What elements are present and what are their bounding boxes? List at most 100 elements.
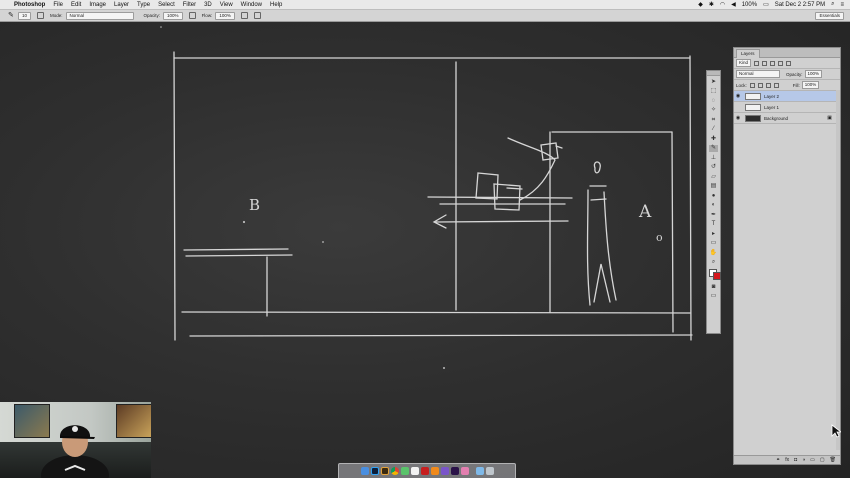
search-icon[interactable]: ⌕ — [831, 1, 834, 8]
filter-shape-icon[interactable] — [778, 60, 784, 66]
dropbox-icon[interactable]: ◆ — [698, 1, 703, 8]
powerpoint-icon[interactable] — [440, 467, 449, 475]
battery-icon[interactable]: ▭ — [763, 1, 769, 8]
layer-row-background[interactable]: ◉ Background ▣ — [734, 113, 840, 124]
eyedropper-tool-icon[interactable]: ⁄ — [709, 126, 718, 133]
visibility-eye-icon[interactable]: ◉ — [734, 93, 742, 99]
filter-type-icon[interactable] — [770, 60, 776, 66]
menu-file[interactable]: File — [53, 2, 63, 8]
app-menu[interactable]: Photoshop — [14, 2, 45, 8]
opacity-field[interactable]: 100% — [163, 11, 183, 20]
quick-select-tool-icon[interactable]: ✧ — [709, 107, 718, 114]
fill-field[interactable]: 100% — [801, 81, 820, 89]
quick-mask-icon[interactable]: ◙ — [709, 284, 718, 291]
lock-all-icon[interactable] — [773, 82, 779, 88]
zoom-tool-icon[interactable]: ⌕ — [709, 259, 718, 266]
crop-tool-icon[interactable]: ⌗ — [709, 117, 718, 124]
menu-window[interactable]: Window — [241, 2, 262, 8]
layer-name[interactable]: Background — [764, 116, 788, 121]
move-tool-icon[interactable]: ➤ — [709, 79, 718, 86]
new-group-icon[interactable]: ▭ — [810, 457, 815, 463]
acrobat-icon[interactable] — [420, 467, 429, 475]
shape-tool-icon[interactable]: ▭ — [709, 240, 718, 247]
lock-transparent-icon[interactable] — [749, 82, 755, 88]
color-swatches[interactable] — [707, 269, 721, 281]
layer-row-layer-2[interactable]: ◉ Layer 2 — [734, 91, 840, 102]
adjustment-layer-icon[interactable]: ◑ — [802, 457, 805, 463]
filter-kind-dropdown[interactable]: Kind — [736, 59, 752, 67]
wifi-icon[interactable]: ◠ — [720, 1, 725, 8]
chrome-icon[interactable] — [390, 467, 399, 475]
volume-icon[interactable]: ◀ — [731, 1, 736, 8]
blend-mode-dropdown[interactable]: Normal — [736, 70, 780, 78]
hand-tool-icon[interactable]: ✋ — [709, 250, 718, 257]
screen-mode-icon[interactable]: ▭ — [709, 293, 718, 300]
pressure-size-icon[interactable] — [253, 12, 261, 19]
layers-scrollbar[interactable] — [836, 90, 840, 450]
battery-label[interactable]: 100% — [742, 2, 757, 8]
path-select-tool-icon[interactable]: ▸ — [709, 231, 718, 238]
layer-opacity-field[interactable]: 100% — [804, 70, 823, 78]
pen-tool-icon[interactable]: ✒ — [709, 212, 718, 219]
add-mask-icon[interactable]: ◘ — [794, 457, 797, 463]
downloads-folder-icon[interactable] — [475, 467, 484, 475]
notification-center-icon[interactable]: ≡ — [840, 2, 844, 8]
brush-tool-icon[interactable]: ✎ — [8, 12, 15, 19]
type-tool-icon[interactable]: T — [709, 221, 718, 228]
bridge-icon[interactable] — [380, 467, 389, 475]
filter-pixel-icon[interactable] — [754, 60, 760, 66]
link-layers-icon[interactable]: ⚭ — [776, 457, 780, 463]
visibility-eye-icon[interactable]: ◉ — [734, 115, 742, 121]
menu-type[interactable]: Type — [137, 2, 150, 8]
menu-view[interactable]: View — [220, 2, 233, 8]
delete-layer-icon[interactable]: 🗑 — [830, 457, 836, 463]
dodge-tool-icon[interactable]: ◐ — [709, 202, 718, 209]
healing-tool-icon[interactable]: ✚ — [709, 136, 718, 143]
vlc-icon[interactable] — [430, 467, 439, 475]
background-color-swatch[interactable] — [713, 272, 721, 280]
flow-field[interactable]: 100% — [215, 11, 235, 20]
menu-edit[interactable]: Edit — [71, 2, 81, 8]
pressure-opacity-icon[interactable] — [188, 12, 196, 19]
premiere-icon[interactable] — [450, 467, 459, 475]
tools-panel: ➤ ⬚ ◌ ✧ ⌗ ⁄ ✚ ✎ ⊥ ↺ ▱ ▤ ● ◐ ✒ T ▸ ▭ ✋ ⌕ … — [706, 70, 721, 334]
tools-panel-grip[interactable] — [707, 71, 720, 76]
layer-name[interactable]: Layer 1 — [764, 105, 779, 110]
layers-tab[interactable]: Layers — [736, 49, 760, 58]
eraser-tool-icon[interactable]: ▱ — [709, 174, 718, 181]
photoshop-icon[interactable] — [370, 467, 379, 475]
clock[interactable]: Sat Dec 2 2:57 PM — [775, 2, 825, 8]
layer-name[interactable]: Layer 2 — [764, 94, 779, 99]
blur-tool-icon[interactable]: ● — [709, 193, 718, 200]
lock-pixels-icon[interactable] — [757, 82, 763, 88]
menu-filter[interactable]: Filter — [183, 2, 196, 8]
bluetooth-icon[interactable]: ✱ — [709, 1, 714, 8]
menu-image[interactable]: Image — [89, 2, 106, 8]
mode-dropdown[interactable]: Normal — [65, 11, 134, 20]
lasso-tool-icon[interactable]: ◌ — [709, 98, 718, 105]
menu-select[interactable]: Select — [158, 2, 175, 8]
history-brush-tool-icon[interactable]: ↺ — [709, 164, 718, 171]
filter-smart-icon[interactable] — [786, 60, 792, 66]
airbrush-icon[interactable] — [240, 12, 248, 19]
gradient-tool-icon[interactable]: ▤ — [709, 183, 718, 190]
layer-style-icon[interactable]: fx — [785, 457, 789, 463]
brush-size-picker[interactable]: 10 — [18, 11, 32, 20]
layer-row-layer-1[interactable]: Layer 1 — [734, 102, 840, 113]
new-layer-icon[interactable]: ▢ — [820, 457, 825, 463]
brush-panel-toggle-icon[interactable] — [37, 12, 45, 19]
lock-position-icon[interactable] — [765, 82, 771, 88]
trash-icon[interactable] — [485, 467, 494, 475]
filter-adjustment-icon[interactable] — [762, 60, 768, 66]
marquee-tool-icon[interactable]: ⬚ — [709, 88, 718, 95]
messages-icon[interactable] — [400, 467, 409, 475]
finder-icon[interactable] — [360, 467, 369, 475]
calendar-icon[interactable] — [410, 467, 419, 475]
brush-tool-icon[interactable]: ✎ — [709, 145, 718, 152]
workspace-switcher[interactable]: Essentials — [815, 12, 844, 20]
stamp-tool-icon[interactable]: ⊥ — [709, 155, 718, 162]
menu-layer[interactable]: Layer — [114, 2, 129, 8]
menu-3d[interactable]: 3D — [204, 2, 212, 8]
photos-icon[interactable] — [460, 467, 469, 475]
menu-help[interactable]: Help — [270, 2, 282, 8]
